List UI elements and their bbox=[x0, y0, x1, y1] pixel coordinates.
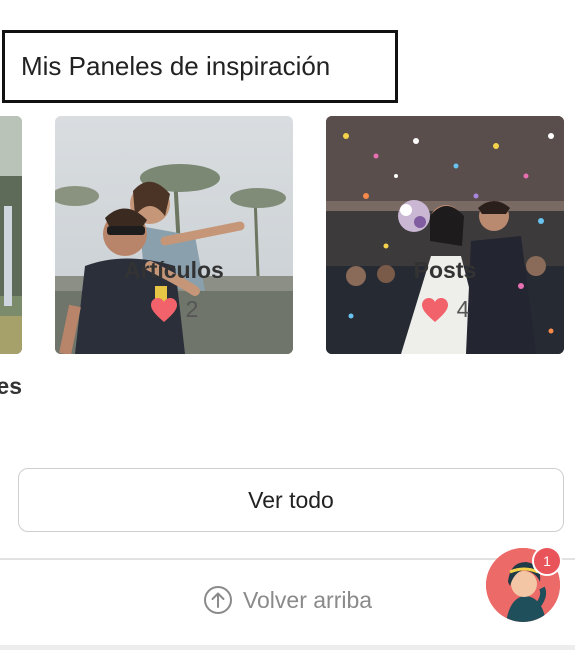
bottom-bar bbox=[0, 645, 575, 650]
back-to-top-label: Volver arriba bbox=[242, 586, 373, 613]
arrow-up-circle-icon bbox=[203, 586, 232, 614]
board-card-label-articulos[interactable]: Artículos bbox=[55, 257, 293, 284]
likes-count-articulos: 2 bbox=[185, 296, 199, 322]
board-card-label-posts[interactable]: Posts bbox=[326, 257, 564, 284]
likes-posts: 4 bbox=[326, 296, 564, 323]
heart-icon bbox=[150, 297, 177, 322]
likes-articulos: 2 bbox=[55, 296, 293, 323]
likes-count-posts: 4 bbox=[456, 296, 470, 322]
board-card-partial-image[interactable] bbox=[0, 116, 22, 354]
view-all-label: Ver todo bbox=[248, 486, 334, 513]
panels-section-title: Mis Paneles de inspiración bbox=[2, 30, 398, 103]
divider bbox=[0, 558, 575, 560]
notification-badge: 1 bbox=[532, 546, 562, 576]
board-card-partial-label[interactable]: es bbox=[0, 373, 22, 400]
view-all-button[interactable]: Ver todo bbox=[18, 468, 564, 532]
notification-count: 1 bbox=[543, 553, 551, 569]
heart-icon bbox=[421, 297, 448, 322]
panels-title-text: Mis Paneles de inspiración bbox=[21, 51, 331, 81]
